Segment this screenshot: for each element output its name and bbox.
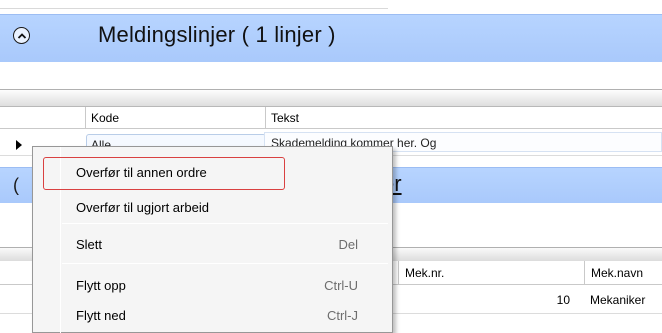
menu-item-label: Overfør til ugjort arbeid <box>76 200 209 215</box>
menu-item-label: Flytt ned <box>76 308 126 323</box>
menu-separator <box>62 263 388 264</box>
column-header-mek-navn[interactable]: Mek.navn <box>584 261 662 285</box>
menu-separator <box>62 223 388 224</box>
top-divider <box>0 8 388 9</box>
menu-item-label: Slett <box>76 237 103 252</box>
column-header-tekst[interactable]: Tekst <box>265 107 662 129</box>
menu-item-shortcut: Del <box>338 237 358 252</box>
section-title: Meldingslinjer ( 1 linjer ) <box>98 22 336 47</box>
menu-item-overfor-ugjort-arbeid[interactable]: Overfør til ugjort arbeid <box>33 192 392 222</box>
column-header-kode[interactable]: Kode <box>85 107 265 129</box>
menu-item-slett[interactable]: Slett Del <box>33 229 392 259</box>
menu-item-flytt-opp[interactable]: Flytt opp Ctrl-U <box>33 270 392 300</box>
chevron-up-icon <box>17 32 26 39</box>
current-row-indicator-icon <box>16 140 22 150</box>
mek-nr-cell[interactable]: 10 <box>528 293 570 307</box>
menu-item-shortcut: Ctrl-U <box>324 278 358 293</box>
menu-item-flytt-ned[interactable]: Flytt ned Ctrl-J <box>33 300 392 330</box>
section2-collapse-fragment: ( <box>13 175 19 195</box>
column-header-mek-nr[interactable]: Mek.nr. <box>398 261 584 285</box>
mek-navn-cell[interactable]: Mekaniker <box>590 293 645 307</box>
menu-item-shortcut: Ctrl-J <box>326 308 358 323</box>
collapse-section-button[interactable] <box>13 27 30 44</box>
grid-toolbar <box>0 89 662 107</box>
highlight-annotation-box <box>43 157 285 190</box>
menu-item-label: Flytt opp <box>76 278 126 293</box>
